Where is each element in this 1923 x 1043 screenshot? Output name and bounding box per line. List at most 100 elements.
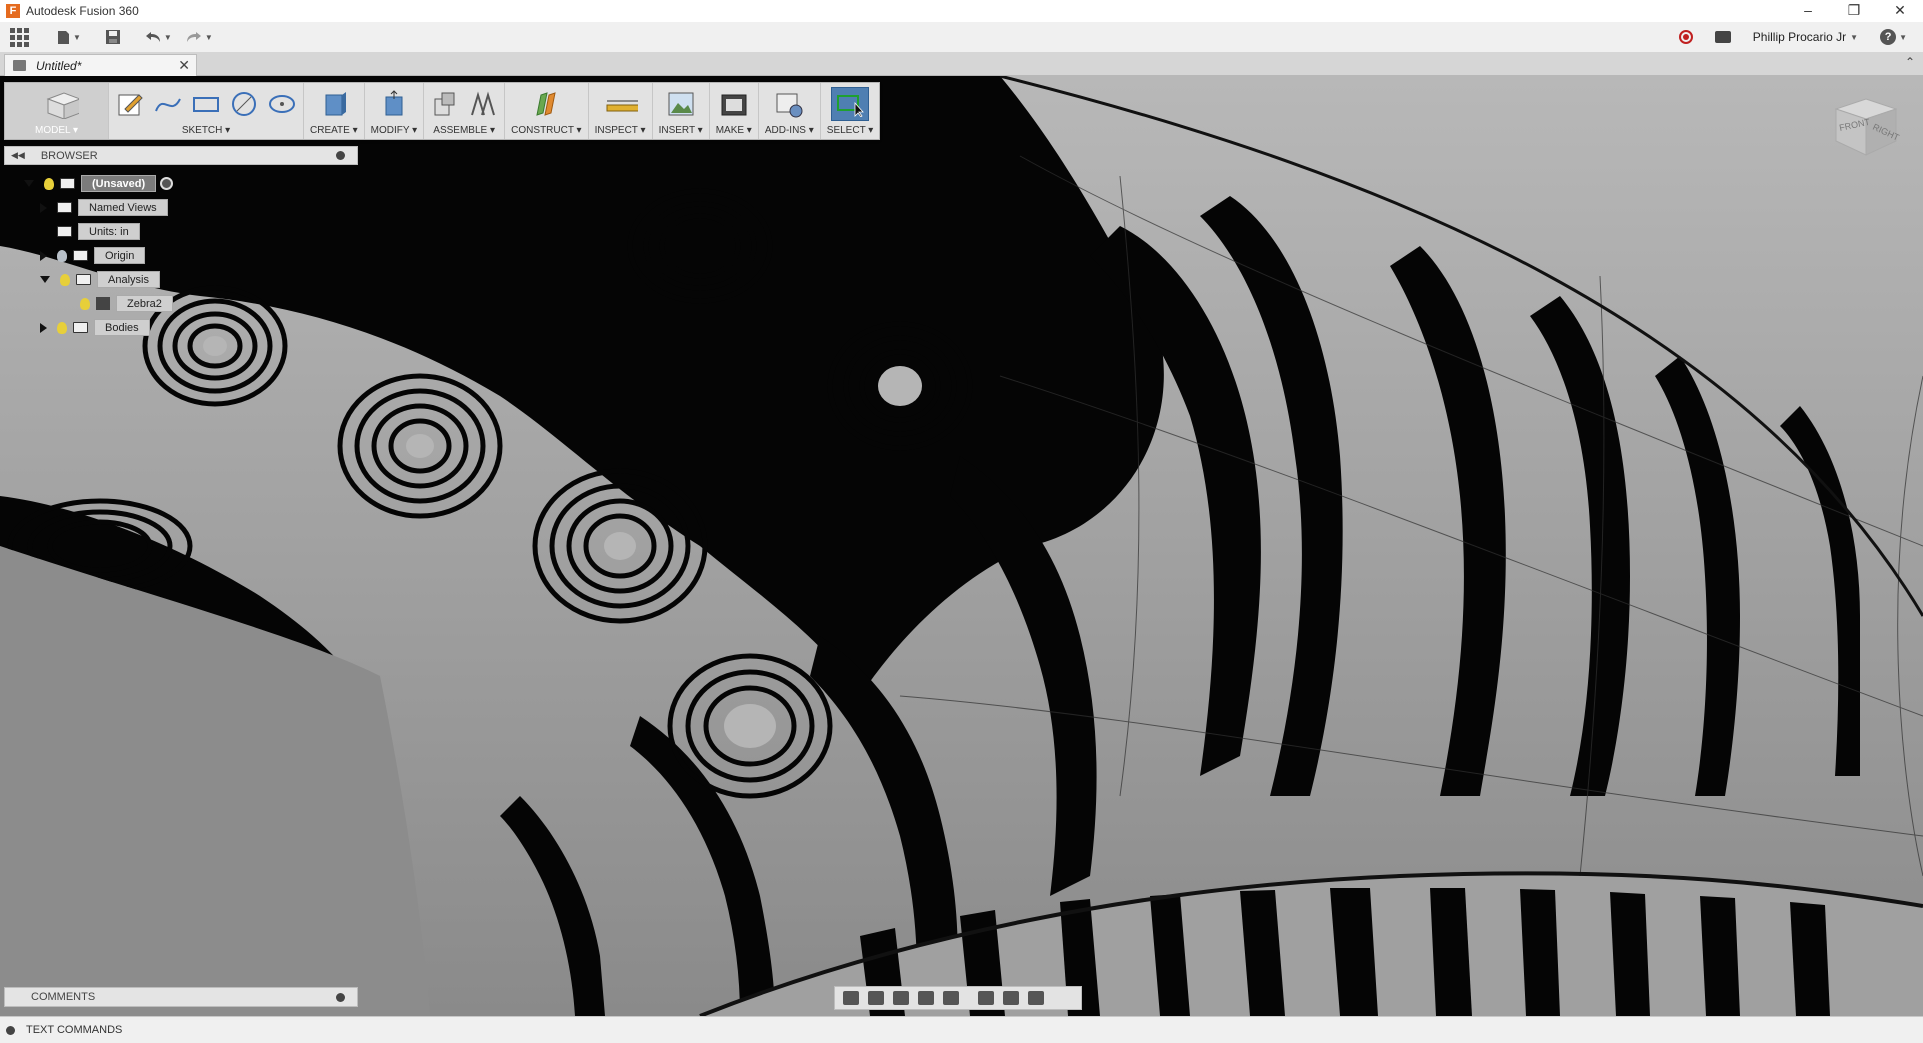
undo-icon [145,32,160,42]
expand-icon[interactable] [40,322,47,333]
collapse-icon[interactable] [40,276,50,283]
toolbar-group-select[interactable]: SELECT ▾ [820,83,880,139]
expand-text-commands-icon[interactable] [6,1025,15,1035]
document-tab[interactable]: Untitled* ✕ [4,54,197,76]
undo-button[interactable]: ▼ [145,26,172,48]
expand-icon[interactable] [40,202,47,213]
workspace-switcher[interactable]: MODEL ▾ [5,83,109,139]
title-bar: F Autodesk Fusion 360 – ❐ ✕ [0,0,1923,22]
pan-icon[interactable] [893,991,909,1005]
add-comment-icon[interactable] [336,993,345,1002]
comments-panel[interactable]: COMMENTS [4,987,358,1007]
visibility-bulb-icon[interactable] [57,249,67,262]
close-icon[interactable]: ✕ [1877,0,1923,22]
assemble-label: ASSEMBLE ▾ [433,125,496,136]
record-icon[interactable] [1678,30,1693,44]
activate-component-icon[interactable] [160,177,174,190]
modify-label: MODIFY ▾ [370,125,418,136]
zoom-icon[interactable] [918,991,934,1005]
file-icon [58,30,69,44]
tree-node-units[interactable]: Units: in [57,223,140,240]
browser-panel-header[interactable]: ◀◀ BROWSER [4,146,358,165]
select-icon[interactable] [831,87,870,121]
expand-icon[interactable] [40,250,47,261]
close-tab-icon[interactable]: ✕ [178,57,190,74]
comments-title: COMMENTS [31,991,96,1003]
look-at-icon[interactable] [868,991,884,1005]
toolbar-group-inspect[interactable]: INSPECT ▾ [589,83,653,139]
canvas-viewport[interactable] [0,76,1923,1016]
document-tab-bar: Untitled* ✕ ⌃ [0,52,1923,76]
minimize-icon[interactable]: – [1785,0,1831,22]
expand-icon[interactable] [24,180,34,187]
toolbar-group-create[interactable]: CREATE ▾ [304,83,365,139]
viewports-icon[interactable] [1028,991,1044,1005]
chat-icon[interactable] [1714,31,1731,43]
tree-node-origin[interactable]: Origin [40,247,146,264]
new-component-icon[interactable] [430,89,460,119]
plane-icon[interactable] [531,89,561,119]
save-icon [105,30,120,44]
text-commands-bar[interactable]: TEXT COMMANDS [0,1016,1923,1043]
joint-icon[interactable] [468,89,498,119]
redo-button[interactable]: ▼ [186,26,213,48]
tree-node-analysis[interactable]: Analysis [40,271,160,288]
file-menu-button[interactable]: ▼ [57,26,81,48]
ellipse-icon[interactable] [267,89,297,119]
toolbar-group-modify[interactable]: MODIFY ▾ [365,83,425,139]
toolbar-group-sketch[interactable]: SKETCH ▾ [109,83,304,139]
toolbar-group-construct[interactable]: CONSTRUCT ▾ [505,83,589,139]
user-menu[interactable]: Phillip Procario Jr ▼ [1753,30,1858,44]
tree-label-root: (Unsaved) [81,175,157,192]
window-controls: – ❐ ✕ [1785,0,1923,22]
print-3d-icon[interactable] [719,89,749,119]
visibility-bulb-icon[interactable] [80,297,90,310]
toolbar-group-assemble[interactable]: ASSEMBLE ▾ [424,83,506,139]
insert-image-icon[interactable] [666,89,696,119]
toolbar-group-make[interactable]: MAKE ▾ [710,83,759,139]
navigation-bar [834,986,1082,1010]
insert-label: INSERT ▾ [658,125,703,136]
restore-icon[interactable]: ❐ [1831,0,1877,22]
tree-label-named-views: Named Views [78,199,168,216]
display-settings-icon[interactable] [978,991,994,1005]
collapse-left-icon[interactable]: ◀◀ [11,150,25,161]
chevron-up-icon[interactable]: ⌃ [1905,55,1915,69]
orbit-icon[interactable] [843,991,859,1005]
sketch-create-icon[interactable] [115,89,145,119]
visibility-bulb-icon[interactable] [60,273,70,286]
create-label: CREATE ▾ [310,125,358,136]
press-pull-icon[interactable] [379,89,409,119]
fit-icon[interactable] [943,991,959,1005]
tree-node-root[interactable]: (Unsaved) [24,175,174,192]
folder-icon [73,322,88,333]
fusion-app-icon: F [6,4,20,18]
box-icon[interactable] [319,89,349,119]
sketch-label: SKETCH ▾ [181,125,231,136]
tree-node-zebra[interactable]: Zebra2 [80,295,173,312]
help-menu[interactable]: ? ▼ [1880,29,1907,45]
tree-node-bodies[interactable]: Bodies [40,319,150,336]
save-button[interactable] [105,26,121,48]
rectangle-icon[interactable] [191,89,221,119]
minimize-panel-icon[interactable] [336,151,345,160]
help-icon: ? [1880,29,1897,45]
measure-icon[interactable] [602,89,639,119]
view-cube[interactable]: FRONT RIGHT [1832,95,1900,159]
addins-label: ADD-INS ▾ [764,125,814,136]
visibility-bulb-icon[interactable] [57,321,67,334]
scripts-icon[interactable] [774,89,804,119]
tree-label-units: Units: in [78,223,140,240]
data-panel-button[interactable] [10,26,29,48]
tree-label-zebra: Zebra2 [116,295,173,312]
chevron-down-icon: ▼ [204,32,213,42]
circle-icon[interactable] [229,89,259,119]
toolbar-group-insert[interactable]: INSERT ▾ [653,83,710,139]
toolbar-group-addins[interactable]: ADD-INS ▾ [759,83,821,139]
browser-title: BROWSER [40,149,98,162]
spline-icon[interactable] [153,89,183,119]
grid-settings-icon[interactable] [1003,991,1019,1005]
tree-node-named-views[interactable]: Named Views [40,199,168,216]
visibility-bulb-icon[interactable] [44,177,54,190]
app-grid-icon [10,27,29,47]
